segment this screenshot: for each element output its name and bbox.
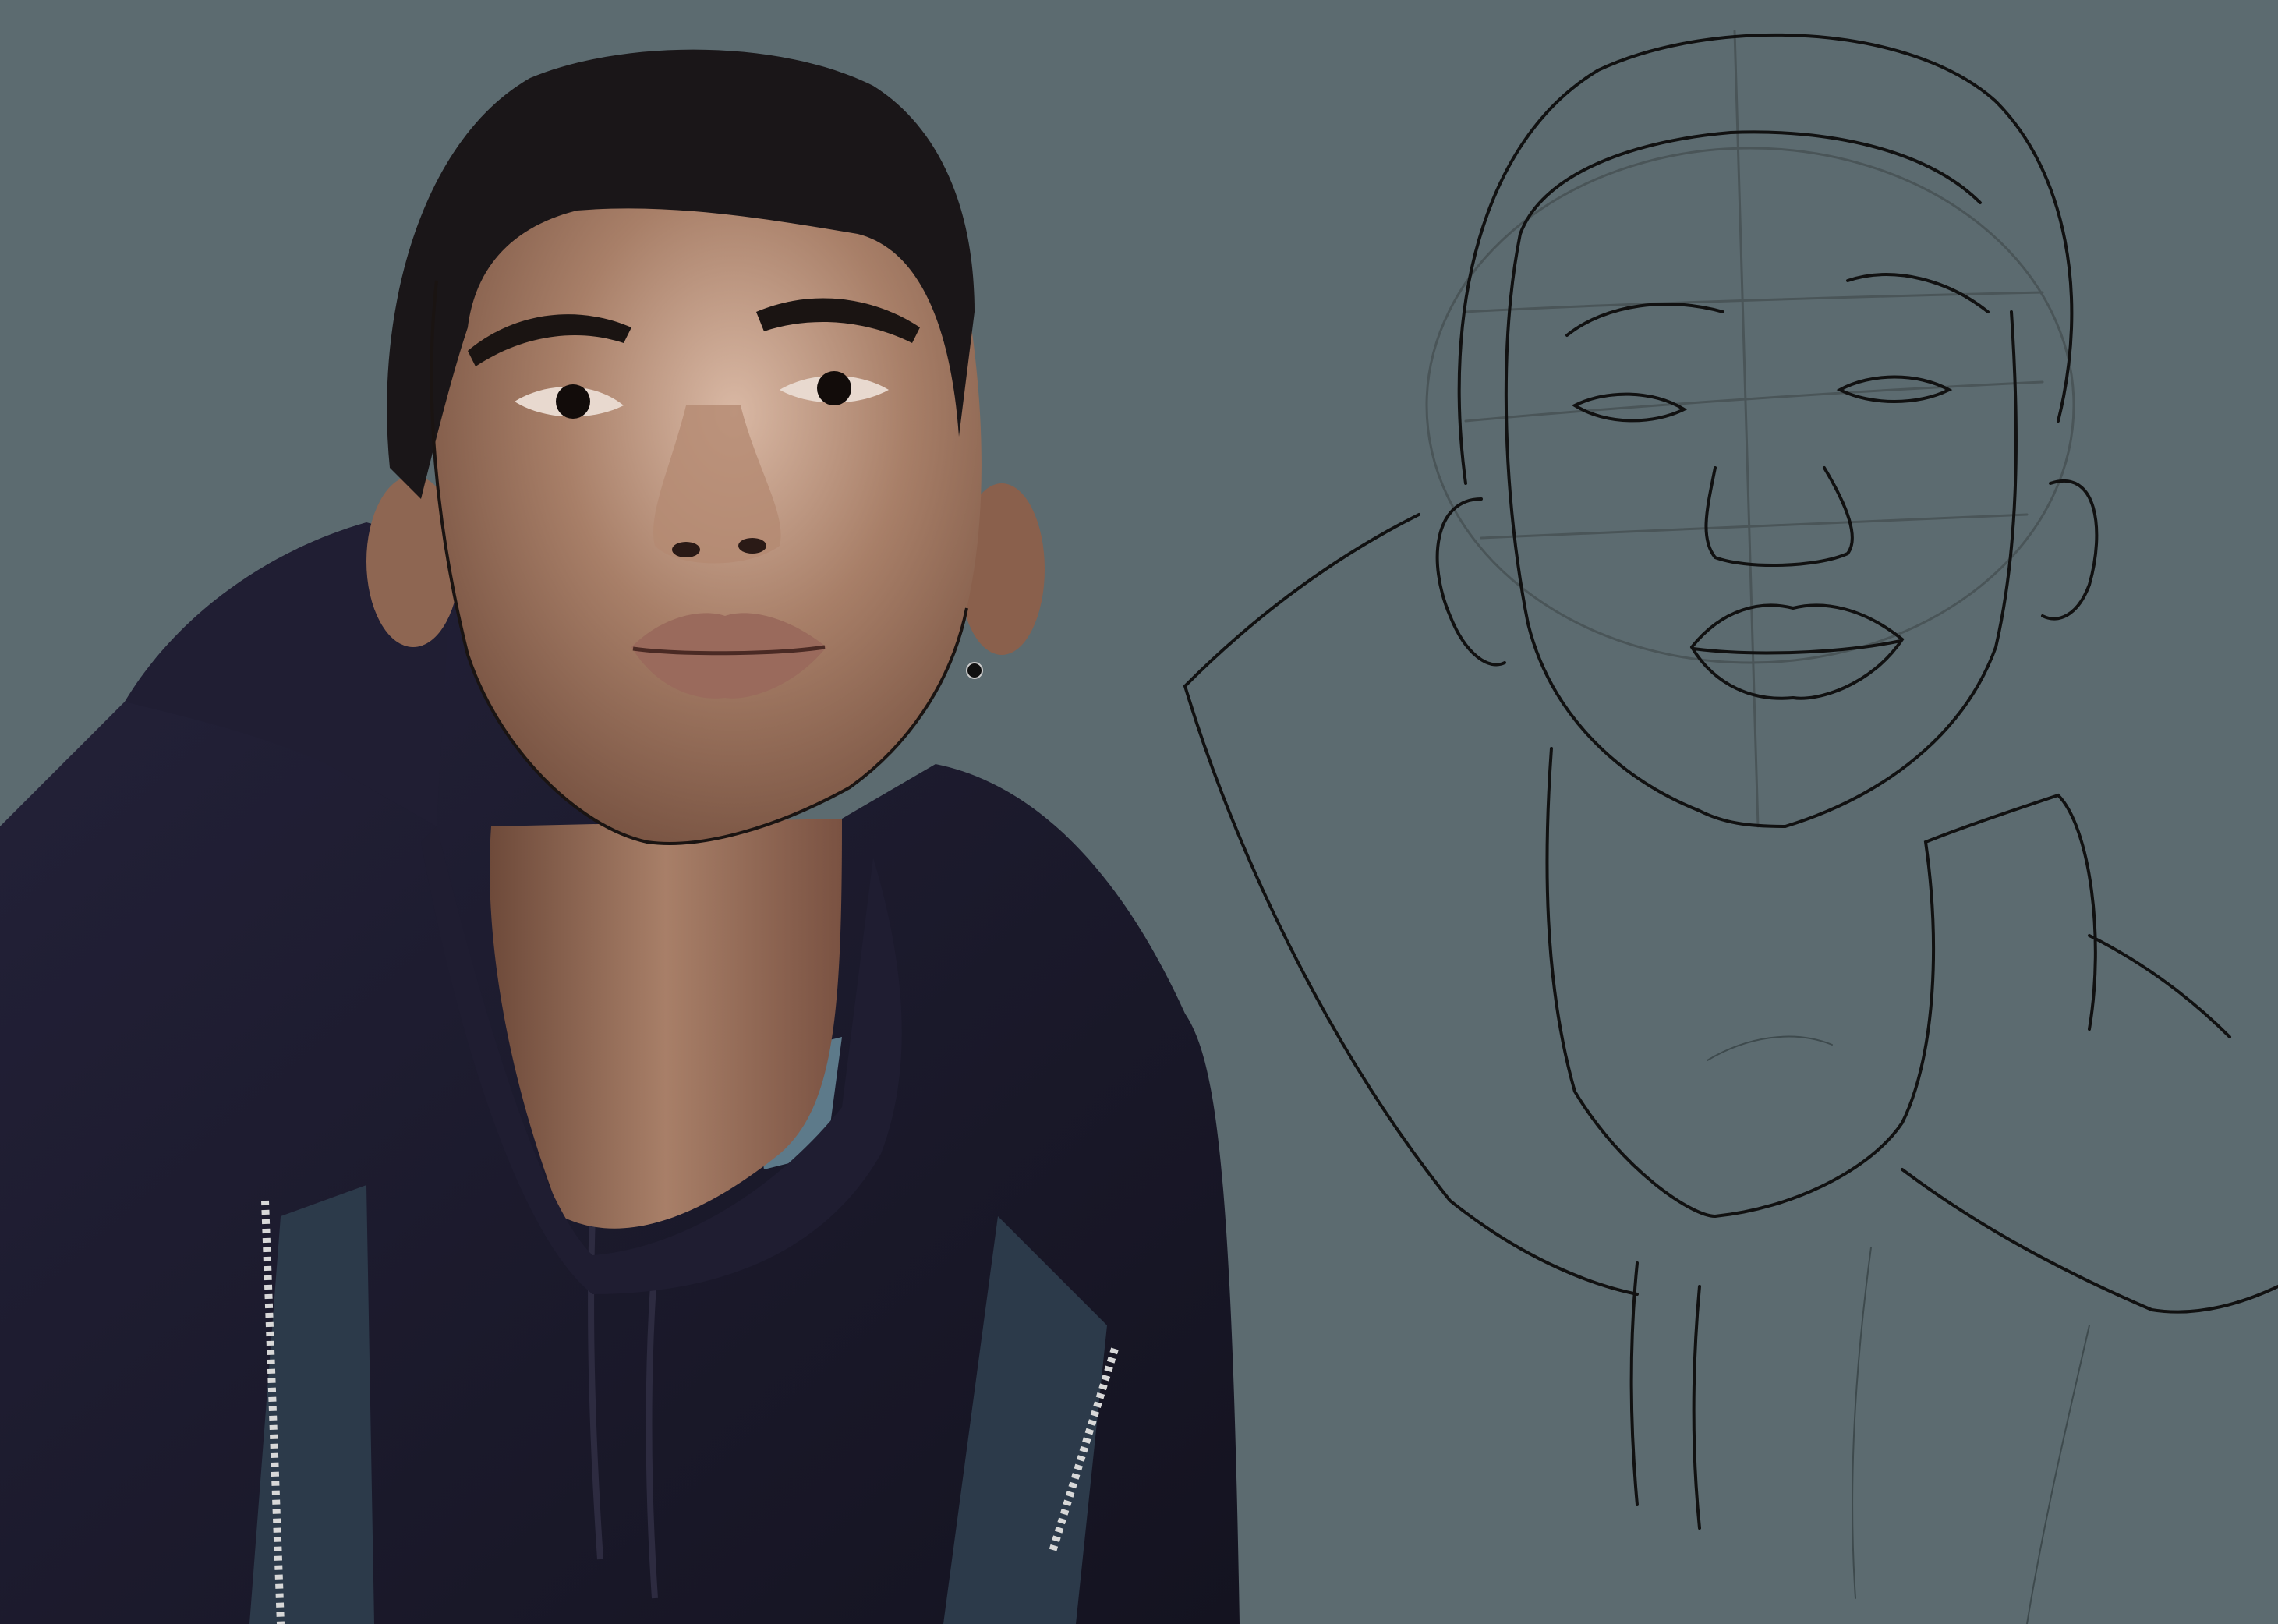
artwork-canvas — [0, 0, 2278, 1624]
pupil-left — [556, 384, 590, 419]
nostril-right — [738, 538, 766, 554]
artwork-svg — [0, 0, 2278, 1624]
pupil-right — [817, 371, 851, 405]
earring — [966, 662, 983, 679]
nostril-left — [672, 542, 700, 557]
